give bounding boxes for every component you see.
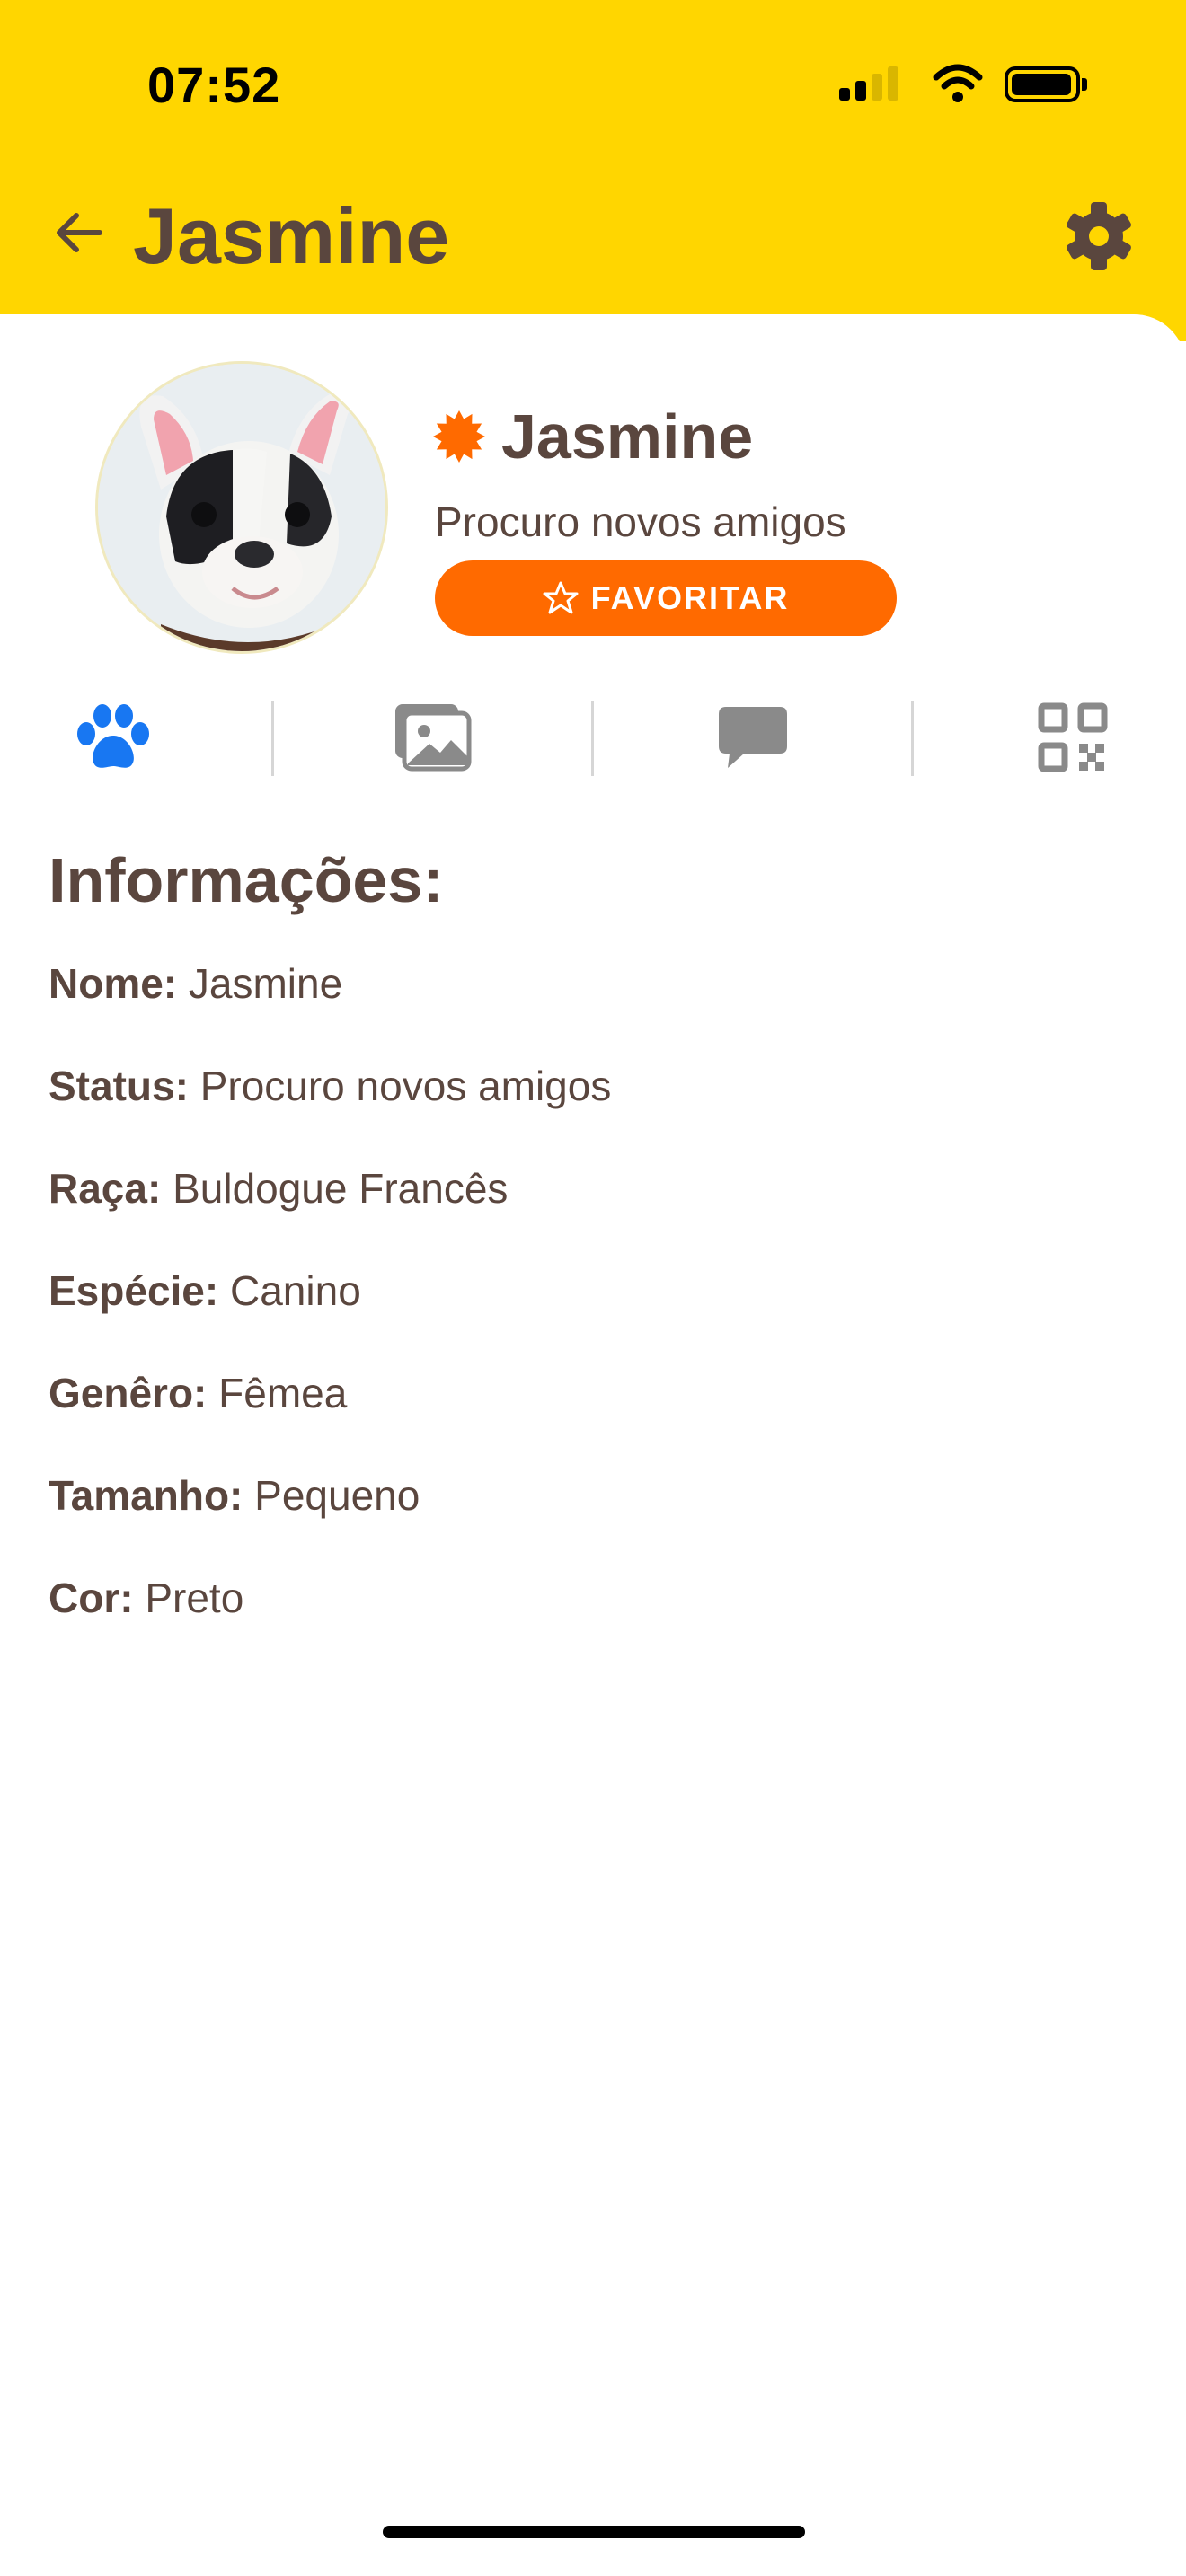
info-row-name: Nome: Jasmine [49,959,1145,1062]
info-label: Raça: [49,1165,162,1212]
info-row-breed: Raça: Buldogue Francês [49,1164,1145,1266]
info-label: Espécie: [49,1267,219,1314]
info-label: Cor: [49,1575,134,1621]
verified-badge-icon [433,410,485,463]
info-row-color: Cor: Preto [49,1574,1145,1676]
status-time: 07:52 [147,57,281,113]
info-row-species: Espécie: Canino [49,1266,1145,1369]
info-label: Status: [49,1063,189,1109]
settings-button[interactable] [1062,199,1136,273]
chat-icon [719,707,787,768]
info-label: Tamanho: [49,1472,243,1519]
profile-name: Jasmine [501,401,754,472]
profile-name-row: Jasmine [433,401,753,472]
profile-status: Procuro novos amigos [435,498,846,545]
qr-code-icon [1038,702,1108,772]
page-title: Jasmine [133,191,450,280]
pet-avatar [95,361,388,654]
info-value: Buldogue Francês [173,1165,509,1212]
info-row-status: Status: Procuro novos amigos [49,1062,1145,1164]
info-row-gender: Genêro: Fêmea [49,1369,1145,1471]
info-value: Jasmine [188,960,343,1007]
info-section-title: Informações: [49,845,444,915]
favorite-button[interactable]: FAVORITAR [435,560,897,636]
info-value: Preto [145,1575,244,1621]
favorite-button-label: FAVORITAR [590,579,790,616]
tab-info[interactable] [68,697,158,778]
home-indicator[interactable] [383,2526,805,2538]
tab-divider [591,701,594,776]
tab-divider [271,701,274,776]
info-label: Nome: [49,960,178,1007]
back-button[interactable] [45,199,111,266]
info-value: Canino [230,1267,361,1314]
cellular-signal-icon [839,63,911,104]
paw-icon [77,704,149,768]
info-row-size: Tamanho: Pequeno [49,1471,1145,1574]
profile-tabs [0,697,1186,778]
tab-divider [911,701,914,776]
info-list: Nome: Jasmine Status: Procuro novos amig… [49,959,1145,1676]
gear-icon [1067,202,1131,270]
french-bulldog-photo [98,364,385,651]
app-header: 07:52 Jasmine [0,0,1186,341]
tab-qr-code[interactable] [1028,697,1118,778]
battery-icon [1005,63,1087,104]
info-label: Genêro: [49,1370,208,1416]
status-icons [839,63,1087,104]
tab-gallery[interactable] [388,697,478,778]
gallery-icon [395,704,472,772]
info-value: Procuro novos amigos [199,1063,612,1109]
info-value: Pequeno [254,1472,420,1519]
wifi-icon [933,64,983,102]
tab-comments[interactable] [708,697,798,778]
info-value: Fêmea [218,1370,348,1416]
star-outline-icon [543,581,579,614]
arrow-left-icon [57,213,102,252]
